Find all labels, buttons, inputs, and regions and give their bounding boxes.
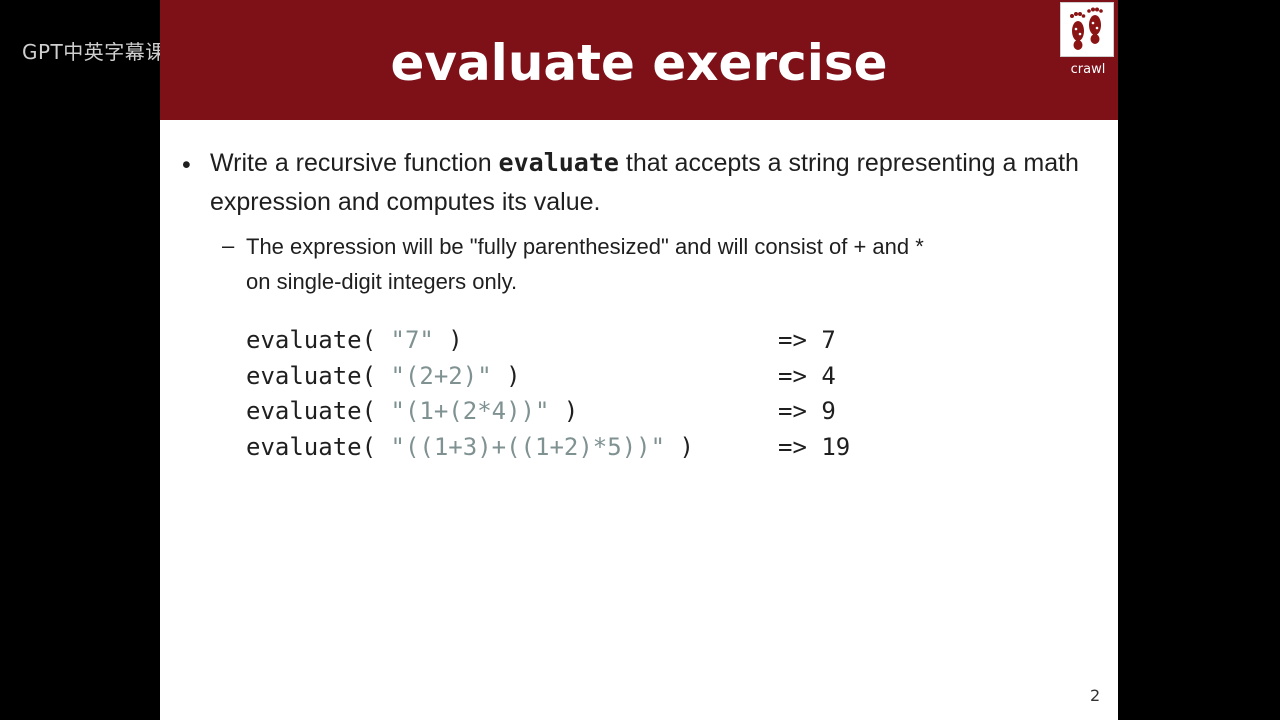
call-function: evaluate( (246, 361, 391, 390)
example-call: evaluate( "(1+(2*4))" ) (246, 394, 578, 430)
call-argument: "(2+2)" (390, 361, 492, 390)
sub-bullet-text: The expression will be "fully parenthesi… (246, 234, 924, 294)
crawl-label: crawl (1070, 62, 1106, 77)
result-arrow: => (778, 397, 822, 425)
example-call: evaluate( "7" ) (246, 323, 463, 359)
example-row: evaluate( "(1+(2*4))" ) => 9 (246, 394, 946, 430)
call-function: evaluate( (246, 326, 391, 354)
example-call: evaluate( "(2+2)" ) (246, 359, 521, 395)
call-close: ) (549, 397, 579, 425)
page-number: 2 (1090, 686, 1101, 705)
example-result: => 7 (778, 323, 836, 359)
result-arrow: => (778, 432, 822, 461)
bullet-text-part1: Write a recursive function (210, 149, 499, 177)
call-close: ) (433, 326, 463, 354)
call-function: evaluate( (246, 432, 391, 461)
video-frame: GPT中英字幕课程 evaluate exercise crawl • Writ… (0, 0, 1280, 720)
main-bullet-text: Write a recursive function evaluate that… (210, 143, 1080, 222)
title-bar: evaluate exercise crawl (160, 0, 1118, 120)
call-close: ) (491, 361, 521, 390)
example-row: evaluate( "(2+2)" ) => 4 (246, 359, 946, 395)
crawl-badge (1060, 2, 1114, 57)
code-examples: evaluate( "7" ) => 7 evaluate( "(2+2)" )… (246, 323, 946, 465)
call-argument: "7" (390, 326, 434, 354)
call-function: evaluate( (246, 397, 391, 425)
example-row: evaluate( "((1+3)+((1+2)*5))" ) => 19 (246, 430, 946, 466)
result-value: 4 (821, 361, 836, 390)
example-result: => 4 (778, 359, 836, 395)
result-arrow: => (778, 361, 822, 390)
example-call: evaluate( "((1+3)+((1+2)*5))" ) (246, 430, 694, 466)
footprints-icon (1070, 7, 1103, 50)
call-argument: "(1+(2*4))" (390, 397, 550, 425)
function-name-keyword: evaluate (498, 148, 619, 177)
example-result: => 19 (778, 430, 850, 466)
example-row: evaluate( "7" ) => 7 (246, 323, 946, 359)
result-arrow: => (778, 326, 822, 354)
call-close: ) (665, 432, 694, 461)
call-argument: "((1+3)+((1+2)*5))" (390, 432, 666, 461)
bullet-marker: • (182, 151, 191, 179)
result-value: 19 (821, 432, 851, 461)
slide-title: evaluate exercise (390, 34, 888, 92)
example-result: => 9 (778, 394, 836, 430)
sub-bullet-marker: – (222, 233, 235, 258)
result-value: 7 (821, 326, 836, 354)
slide: evaluate exercise crawl • Write a recurs… (160, 0, 1118, 720)
result-value: 9 (821, 397, 836, 425)
